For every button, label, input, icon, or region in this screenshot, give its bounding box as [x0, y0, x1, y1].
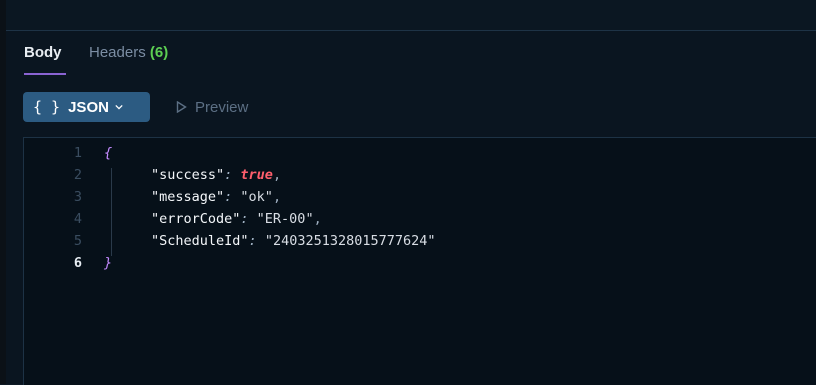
response-toolbar: { } JSON Preview [6, 76, 816, 136]
json-key: "success" [151, 167, 225, 183]
json-comma: , [313, 211, 322, 227]
json-response-viewer[interactable]: 1 { 2 "success": true, 3 "message": "ok"… [23, 137, 816, 385]
code-text: "message": "ok", [151, 189, 282, 205]
headers-count-badge: (6) [149, 44, 169, 61]
json-value: "ER-00" [256, 211, 314, 227]
json-key: "ScheduleId" [151, 233, 249, 249]
play-icon [176, 101, 187, 113]
json-key: "message" [151, 189, 225, 205]
top-bar [6, 0, 816, 31]
code-text: "success": true, [151, 167, 282, 183]
tab-headers[interactable]: Headers (6) [89, 44, 168, 61]
line-number: 1 [73, 145, 82, 161]
json-comma: , [272, 167, 282, 183]
chevron-down-icon [115, 104, 123, 110]
response-panel: Body Headers (6) { } JSON Preview 1 {2 … [6, 0, 816, 385]
tab-body[interactable]: Body [24, 44, 62, 61]
tab-headers-label: Headers [89, 44, 146, 61]
format-dropdown-button[interactable]: { } JSON [23, 92, 150, 122]
response-tabs: Body Headers (6) [6, 30, 816, 76]
code-text: { [104, 142, 112, 164]
preview-button[interactable]: Preview [176, 92, 248, 122]
code-text: "errorCode": "ER-00", [151, 211, 322, 227]
preview-label: Preview [195, 98, 249, 116]
braces-icon: { } [33, 98, 61, 116]
format-label: JSON [68, 98, 109, 116]
open-brace: { [104, 145, 113, 161]
line-number-active: 6 [73, 255, 82, 271]
code-line: 6 } [24, 252, 804, 274]
line-number: 4 [73, 211, 82, 227]
json-key: "errorCode" [151, 211, 241, 227]
code-line: 3 "message": "ok", [24, 186, 804, 208]
close-brace: } [104, 255, 113, 271]
json-value: "ok" [240, 189, 273, 205]
code-text: } [104, 252, 112, 274]
code-line: 2 "success": true, [24, 164, 804, 186]
line-number: 3 [73, 189, 82, 205]
json-comma: , [272, 189, 282, 205]
code-line: 4 "errorCode": "ER-00", [24, 208, 804, 230]
code-text: "ScheduleId": "2403251328015777624" [151, 233, 436, 249]
line-number: 5 [73, 233, 82, 249]
json-value: "2403251328015777624" [264, 233, 436, 249]
code-line: 1 { [24, 142, 804, 164]
json-value: true [240, 167, 273, 183]
tab-active-indicator [24, 73, 66, 75]
code-line: 5 "ScheduleId": "2403251328015777624" [24, 230, 804, 252]
line-number: 2 [73, 167, 82, 183]
